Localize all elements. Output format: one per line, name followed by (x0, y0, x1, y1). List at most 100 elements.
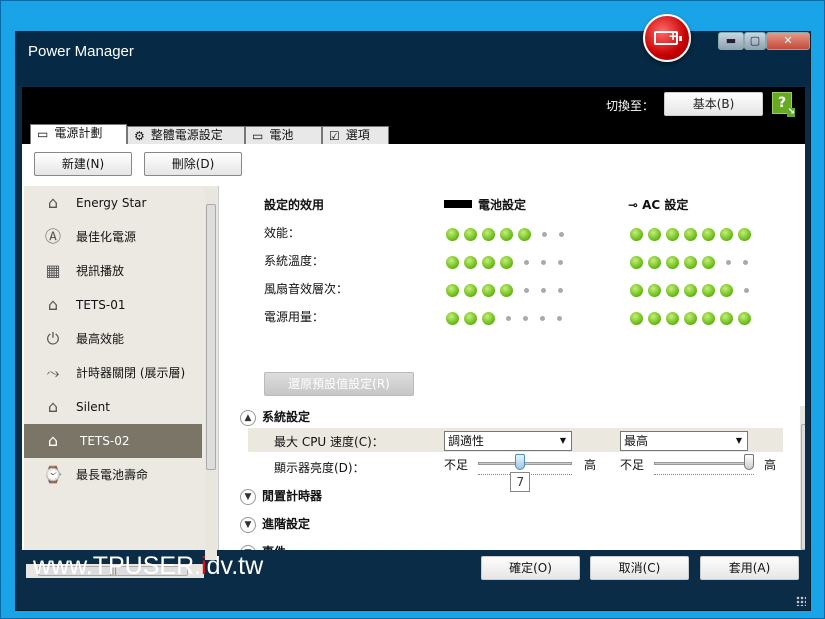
plan-item-silent[interactable]: ⌂ Silent (24, 390, 202, 424)
effect-meter (630, 224, 756, 241)
watermark-text: www.TPUSER. (33, 552, 202, 580)
details-scroll-thumb[interactable] (801, 424, 805, 550)
help-icon[interactable]: ? (772, 92, 795, 117)
plan-list-scrollbar[interactable] (205, 190, 217, 560)
level-dot-on (684, 228, 697, 241)
level-dot-off (541, 260, 546, 265)
level-dot-off (726, 260, 731, 265)
idle-timer-section[interactable]: ▼ 閒置計時器 (240, 487, 322, 505)
level-dot-on (500, 256, 513, 269)
events-section[interactable]: ▼ 事件 (240, 543, 286, 550)
details-scrollbar[interactable] (800, 406, 805, 550)
level-dot-off (542, 232, 547, 237)
effect-label-temperature: 系統溫度： (264, 254, 325, 268)
app-window: Power Manager + ▬ ▢ ✕ 切換至： 基本(B) ? ▭ 電源計劃… (0, 0, 825, 619)
level-dot-on (702, 284, 715, 297)
level-dot-on (446, 228, 459, 241)
apply-button[interactable]: 套用(A) (700, 556, 799, 580)
brightness-row: 顯示器亮度(D)： 不足 高 7 不足 高 (248, 454, 783, 494)
level-dot-off (524, 288, 529, 293)
minimize-button[interactable]: ▬ (718, 32, 744, 50)
tab-label: 整體電源設定 (150, 128, 223, 142)
restore-defaults-button[interactable]: 還原預設值設定(R) (264, 372, 414, 396)
level-dot-on (720, 284, 733, 297)
level-dot-off (540, 316, 545, 321)
plan-label: TETS-01 (76, 298, 126, 312)
tab-battery[interactable]: ▭ 電池 (245, 126, 322, 144)
cpu-speed-ac-select[interactable]: 最高 (620, 431, 748, 451)
tab-options[interactable]: ☑ 選項 (322, 126, 389, 144)
level-dot-on (648, 284, 661, 297)
plan-item-tets-01[interactable]: ⌂ TETS-01 (24, 288, 202, 322)
cpu-speed-battery-select[interactable]: 調適性 (444, 431, 572, 451)
level-dot-on (464, 256, 477, 269)
effect-meter (446, 280, 569, 297)
plan-item-energy-star[interactable]: ⌂ Energy Star (24, 186, 202, 220)
house-icon: ⌂ (47, 193, 59, 212)
plan-item-timer-off[interactable]: ⤳ 計時器關閉 (展示層) (24, 356, 202, 390)
level-dot-on (464, 228, 477, 241)
resize-grip[interactable] (796, 596, 806, 606)
plan-item-optimized[interactable]: Ⓐ 最佳化電源 (24, 220, 202, 254)
brightness-ac-low-label: 不足 (620, 458, 645, 472)
level-dot-on (666, 312, 679, 325)
effect-label-power-usage: 電源用量： (264, 310, 325, 324)
effect-label-performance: 效能： (264, 226, 301, 240)
plan-icon: ▭ (37, 127, 49, 141)
level-dot-on (446, 312, 459, 325)
level-dot-on (482, 284, 495, 297)
section-title: 事件 (262, 545, 286, 550)
plug-icon: ⊸ (628, 198, 639, 212)
effect-meter (446, 224, 570, 241)
plan-item-tets-02[interactable]: ⌂ TETS-02 (24, 424, 202, 458)
level-dot-on (630, 228, 643, 241)
cancel-button[interactable]: 取消(C) (590, 556, 689, 580)
tab-global-settings[interactable]: ⚙ 整體電源設定 (127, 126, 245, 144)
cpu-speed-row: 最大 CPU 速度(C)： 調適性 最高 (248, 428, 783, 452)
gear-icon: ⚙ (134, 129, 145, 143)
maximize-button[interactable]: ▢ (744, 32, 766, 50)
new-plan-button[interactable]: 新建(N) (34, 152, 132, 176)
basic-mode-button[interactable]: 基本(B) (664, 92, 763, 116)
plan-item-video[interactable]: ▦ 視訊播放 (24, 254, 202, 288)
plan-list-scroll-thumb[interactable] (206, 204, 216, 470)
brightness-ac-track[interactable] (654, 462, 754, 465)
house-icon: ⌂ (47, 295, 59, 314)
level-dot-on (738, 228, 751, 241)
tab-label: 電源計劃 (54, 126, 103, 140)
level-dot-on (482, 312, 495, 325)
tab-label: 電池 (269, 128, 294, 142)
brightness-ac-ticks (654, 474, 754, 477)
film-icon: ▦ (45, 261, 61, 280)
tab-power-plan[interactable]: ▭ 電源計劃 (30, 124, 127, 144)
system-settings-section[interactable]: ▲ 系統設定 (240, 408, 310, 426)
battery-life-icon: ⌚ (43, 465, 63, 484)
plan-label: Energy Star (76, 196, 147, 210)
plan-item-longest-battery[interactable]: ⌚ 最長電池壽命 (24, 458, 202, 492)
level-dot-on (720, 312, 733, 325)
brightness-ac-slider[interactable] (744, 454, 754, 470)
plan-label: TETS-02 (80, 434, 130, 448)
plan-label: 最長電池壽命 (76, 468, 149, 482)
plan-label: 最高效能 (76, 332, 125, 346)
level-dot-on (684, 256, 697, 269)
close-button[interactable]: ✕ (766, 32, 810, 50)
power-icon: ⏻ (46, 329, 60, 348)
switch-label: 切換至： (606, 99, 655, 113)
effect-meter (630, 308, 756, 325)
delete-plan-button[interactable]: 刪除(D) (144, 152, 242, 176)
effects-heading: 設定的效用 (264, 198, 325, 212)
level-dot-on (446, 256, 459, 269)
level-dot-off (744, 288, 749, 293)
tab-bar: ▭ 電源計劃 ⚙ 整體電源設定 ▭ 電池 ☑ 選項 (22, 124, 805, 144)
plan-item-max-performance[interactable]: ⏻ 最高效能 (24, 322, 202, 356)
advanced-section[interactable]: ▼ 進階設定 (240, 515, 310, 533)
level-dot-off (541, 288, 546, 293)
ac-header-label: AC 設定 (642, 198, 689, 212)
brightness-battery-slider[interactable] (515, 454, 526, 470)
level-dot-on (666, 284, 679, 297)
ok-button[interactable]: 確定(O) (481, 556, 580, 580)
plan-label: 計時器關閉 (展示層) (76, 366, 186, 380)
battery-logo-icon: + (643, 14, 691, 62)
chevron-down-icon: ▼ (240, 516, 256, 533)
